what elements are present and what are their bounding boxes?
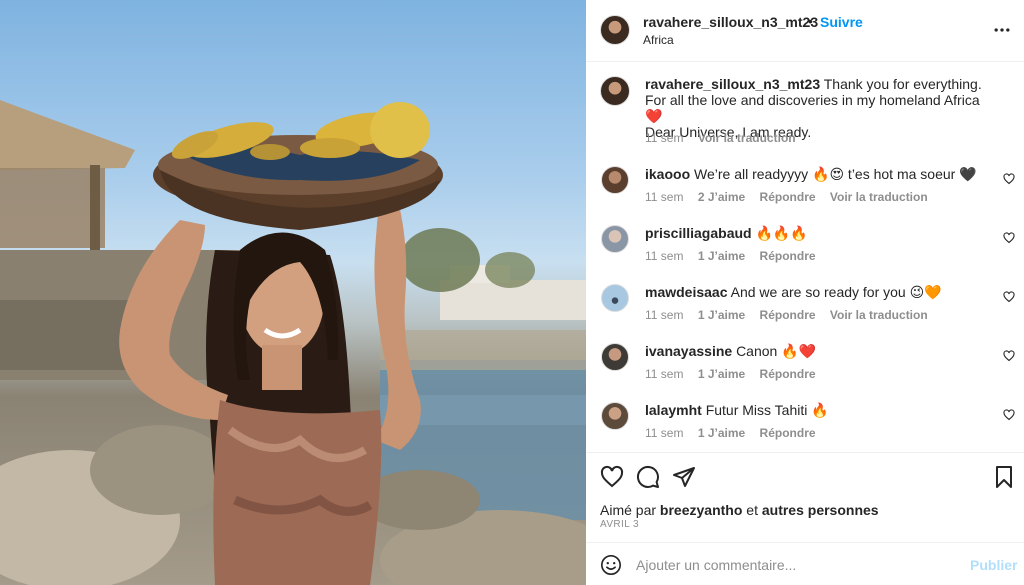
likes-prefix: Aimé par	[600, 502, 657, 518]
author-avatar[interactable]	[600, 15, 630, 45]
photo-scene	[0, 100, 586, 585]
caption-line-2: For all the love and discoveries in my h…	[645, 92, 980, 124]
reply-button[interactable]: Répondre	[760, 190, 816, 204]
other-likers-link[interactable]: autres personnes	[762, 502, 879, 518]
follow-button[interactable]: Suivre	[820, 14, 863, 30]
post-location[interactable]: Africa	[643, 33, 674, 47]
comment-meta: 11 sem 2 J’aime Répondre Voir la traduct…	[645, 190, 939, 204]
comment-meta: 11 sem 1 J’aime Répondre	[645, 249, 827, 263]
comment-meta: 11 sem 1 J’aime Répondre	[645, 426, 827, 440]
comment-like-heart-icon[interactable]	[1003, 291, 1015, 303]
comment-likes[interactable]: 1 J’aime	[698, 308, 745, 322]
comment-time[interactable]: 11 sem	[645, 367, 683, 381]
publish-button[interactable]: Publier	[970, 557, 1017, 573]
reply-button[interactable]: Répondre	[760, 426, 816, 440]
comment-time[interactable]: 11 sem	[645, 426, 683, 440]
comment-time[interactable]: 11 sem	[645, 190, 683, 204]
comment-like-heart-icon[interactable]	[1003, 409, 1015, 421]
reply-button[interactable]: Répondre	[760, 308, 816, 322]
comment-text: mawdeisaac And we are so ready for you 😉…	[645, 284, 942, 301]
comment-translate-link[interactable]: Voir la traduction	[830, 308, 928, 322]
comment-like-heart-icon[interactable]	[1003, 232, 1015, 244]
comment-like-heart-icon[interactable]	[1003, 350, 1015, 362]
comment-input[interactable]	[636, 552, 956, 578]
comment-likes[interactable]: 2 J’aime	[698, 190, 745, 204]
comment-username[interactable]: lalaymht	[645, 402, 702, 418]
caption-meta: 11 sem Voir la traduction	[645, 131, 807, 145]
post-side-panel: ravahere_silloux_n3_mt23 • Suivre Africa…	[586, 0, 1024, 585]
post-actions: Aimé par breezyantho et autres personnes…	[586, 452, 1024, 542]
comment-avatar[interactable]	[601, 166, 629, 194]
heart-icon[interactable]	[600, 465, 624, 489]
bookmark-icon[interactable]	[992, 465, 1016, 489]
post-date[interactable]: AVRIL 3	[600, 519, 639, 530]
send-icon[interactable]	[672, 465, 696, 489]
comment-likes[interactable]: 1 J’aime	[698, 249, 745, 263]
comment-body: Canon 🔥❤️	[736, 343, 817, 359]
comment-body: And we are so ready for you 😉🧡	[730, 284, 942, 300]
likes-middle: et	[746, 502, 758, 518]
post-photo[interactable]	[0, 0, 586, 585]
author-username[interactable]: ravahere_silloux_n3_mt23	[643, 14, 818, 30]
comment-body: We’re all readyyyy 🔥😍 t’es hot ma soeur …	[694, 166, 977, 182]
comment-username[interactable]: ikaooo	[645, 166, 690, 182]
comment-body: 🔥🔥🔥	[755, 225, 808, 241]
post-header: ravahere_silloux_n3_mt23 • Suivre Africa	[586, 0, 1024, 62]
reply-button[interactable]: Répondre	[760, 249, 816, 263]
more-horizontal-icon[interactable]	[992, 20, 1012, 40]
comment-text: lalaymht Futur Miss Tahiti 🔥	[645, 402, 829, 419]
comment-time[interactable]: 11 sem	[645, 308, 683, 322]
emoji-icon[interactable]	[600, 554, 622, 576]
add-comment-bar: Publier	[586, 542, 1024, 585]
liker-username[interactable]: breezyantho	[660, 502, 742, 518]
comment-meta: 11 sem 1 J’aime Répondre	[645, 367, 827, 381]
likes-summary: Aimé par breezyantho et autres personnes	[600, 502, 879, 518]
comment-likes[interactable]: 1 J’aime	[698, 426, 745, 440]
caption-time[interactable]: 11 sem	[645, 131, 683, 145]
comment-avatar[interactable]	[601, 402, 629, 430]
caption-translate-link[interactable]: Voir la traduction	[698, 131, 796, 145]
caption-line-1: Thank you for everything.	[823, 76, 982, 92]
comment-avatar[interactable]	[601, 225, 629, 253]
comment-body: Futur Miss Tahiti 🔥	[705, 402, 829, 418]
comment-username[interactable]: ivanayassine	[645, 343, 732, 359]
comment-meta: 11 sem 1 J’aime Répondre Voir la traduct…	[645, 308, 939, 322]
comment-like-heart-icon[interactable]	[1003, 173, 1015, 185]
comment-avatar[interactable]	[601, 343, 629, 371]
comment-username[interactable]: mawdeisaac	[645, 284, 728, 300]
comment-icon[interactable]	[636, 465, 660, 489]
caption-username[interactable]: ravahere_silloux_n3_mt23	[645, 76, 820, 92]
comment-text: ikaooo We’re all readyyyy 🔥😍 t’es hot ma…	[645, 166, 977, 183]
caption-author-avatar[interactable]	[600, 76, 630, 106]
comment-text: priscilliagabaud 🔥🔥🔥	[645, 225, 808, 242]
header-separator: •	[808, 13, 813, 29]
comment-username[interactable]: priscilliagabaud	[645, 225, 752, 241]
comment-text: ivanayassine Canon 🔥❤️	[645, 343, 816, 360]
reply-button[interactable]: Répondre	[760, 367, 816, 381]
comment-likes[interactable]: 1 J’aime	[698, 367, 745, 381]
comment-translate-link[interactable]: Voir la traduction	[830, 190, 928, 204]
comment-avatar[interactable]	[601, 284, 629, 312]
comment-time[interactable]: 11 sem	[645, 249, 683, 263]
